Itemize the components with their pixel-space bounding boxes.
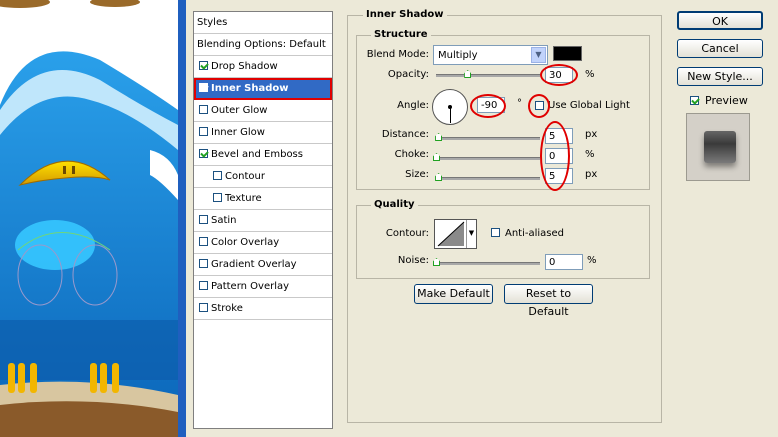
choke-unit: %	[585, 149, 595, 160]
angle-unit: °	[517, 98, 522, 109]
style-item[interactable]: Gradient Overlay	[194, 254, 332, 276]
noise-unit: %	[587, 255, 597, 266]
style-item-label: Color Overlay	[211, 237, 280, 248]
style-item-checkbox[interactable]	[199, 237, 208, 246]
bird-illustration	[0, 0, 178, 437]
choke-input[interactable]: 0	[545, 148, 573, 164]
blend-mode-select[interactable]: Multiply ▼	[433, 45, 548, 65]
inner-shadow-title: Inner Shadow	[363, 9, 447, 20]
distance-unit: px	[585, 129, 598, 140]
opacity-input[interactable]: 30	[545, 67, 573, 83]
angle-input[interactable]: -90	[477, 97, 505, 113]
style-item-checkbox[interactable]	[199, 215, 208, 224]
contour-dropdown-icon[interactable]: ▼	[466, 220, 476, 248]
style-item[interactable]: Outer Glow	[194, 100, 332, 122]
styles-header-label: Styles	[197, 17, 228, 28]
style-item-label: Inner Shadow	[211, 83, 289, 94]
artwork-canvas	[0, 0, 178, 437]
preview-swatch	[704, 131, 736, 163]
style-item-label: Outer Glow	[211, 105, 268, 116]
chevron-down-icon[interactable]: ▼	[531, 47, 546, 63]
style-item-checkbox[interactable]	[199, 105, 208, 114]
reset-to-default-button[interactable]: Reset to Default	[504, 284, 593, 318]
styles-header[interactable]: Styles	[194, 12, 332, 34]
style-item-label: Contour	[225, 171, 265, 182]
style-item-label: Drop Shadow	[211, 61, 278, 72]
contour-picker[interactable]: ▼	[434, 219, 477, 249]
style-item-label: Inner Glow	[211, 127, 265, 138]
preview-label: Preview	[705, 94, 748, 107]
cancel-button[interactable]: Cancel	[677, 39, 763, 58]
style-item[interactable]: Satin	[194, 210, 332, 232]
blend-mode-value: Multiply	[438, 50, 478, 61]
style-item-label: Stroke	[211, 303, 243, 314]
style-item[interactable]: Inner Shadow	[194, 78, 332, 100]
style-item-checkbox[interactable]	[199, 303, 208, 312]
style-item-checkbox[interactable]	[199, 281, 208, 290]
distance-label: Distance:	[381, 129, 429, 140]
quality-group	[356, 205, 650, 279]
style-item-checkbox[interactable]	[199, 127, 208, 136]
angle-dial[interactable]	[432, 89, 468, 125]
choke-label: Choke:	[394, 149, 429, 160]
contour-label: Contour:	[385, 228, 429, 239]
style-item[interactable]: Color Overlay	[194, 232, 332, 254]
style-item-label: Pattern Overlay	[211, 281, 290, 292]
style-item-checkbox[interactable]	[213, 171, 222, 180]
structure-legend: Structure	[371, 29, 431, 40]
make-default-button[interactable]: Make Default	[414, 284, 493, 304]
style-item-label: Gradient Overlay	[211, 259, 297, 270]
opacity-unit: %	[585, 69, 595, 80]
style-item-checkbox[interactable]	[213, 193, 222, 202]
style-item[interactable]: Stroke	[194, 298, 332, 320]
style-item[interactable]: Texture	[194, 188, 332, 210]
style-item-label: Bevel and Emboss	[211, 149, 303, 160]
distance-slider[interactable]	[436, 137, 540, 140]
distance-input[interactable]: 5	[545, 128, 573, 144]
style-item-checkbox[interactable]	[199, 149, 208, 158]
choke-slider[interactable]	[436, 157, 540, 160]
style-item[interactable]: Blending Options: Default	[194, 34, 332, 56]
style-item[interactable]: Inner Glow	[194, 122, 332, 144]
styles-list: Styles Blending Options: Default Drop Sha…	[193, 11, 333, 429]
style-item[interactable]: Drop Shadow	[194, 56, 332, 78]
anti-aliased-checkbox[interactable]	[491, 228, 500, 237]
anti-aliased-label: Anti-aliased	[505, 228, 565, 239]
style-item-checkbox[interactable]	[199, 83, 208, 92]
style-item-checkbox[interactable]	[199, 61, 208, 70]
angle-dial-center	[448, 105, 452, 109]
angle-dial-needle	[450, 107, 451, 123]
noise-slider[interactable]	[436, 262, 540, 265]
style-item[interactable]: Bevel and Emboss	[194, 144, 332, 166]
size-unit: px	[585, 169, 598, 180]
quality-legend: Quality	[371, 199, 418, 210]
ok-button[interactable]: OK	[677, 11, 763, 30]
noise-label: Noise:	[397, 255, 429, 266]
noise-input[interactable]: 0	[545, 254, 583, 270]
opacity-slider[interactable]	[436, 74, 540, 77]
contour-curve-icon	[437, 221, 465, 247]
angle-label: Angle:	[397, 100, 429, 111]
style-item[interactable]: Contour	[194, 166, 332, 188]
style-item-checkbox[interactable]	[199, 259, 208, 268]
style-item[interactable]: Pattern Overlay	[194, 276, 332, 298]
size-slider[interactable]	[436, 177, 540, 180]
blend-mode-label: Blend Mode:	[366, 49, 429, 60]
preview-checkbox[interactable]	[690, 96, 699, 105]
style-preview-thumbnail	[686, 113, 750, 181]
style-item-label: Satin	[211, 215, 237, 226]
size-input[interactable]: 5	[545, 168, 573, 184]
new-style-button[interactable]: New Style...	[677, 67, 763, 86]
use-global-light-checkbox[interactable]	[535, 101, 544, 110]
use-global-light-label: Use Global Light	[548, 100, 630, 111]
style-item-label: Texture	[225, 193, 262, 204]
window-border	[178, 0, 186, 437]
shadow-color-swatch[interactable]	[553, 46, 582, 61]
opacity-label: Opacity:	[387, 69, 429, 80]
style-item-label: Blending Options: Default	[197, 39, 326, 50]
size-label: Size:	[405, 169, 429, 180]
